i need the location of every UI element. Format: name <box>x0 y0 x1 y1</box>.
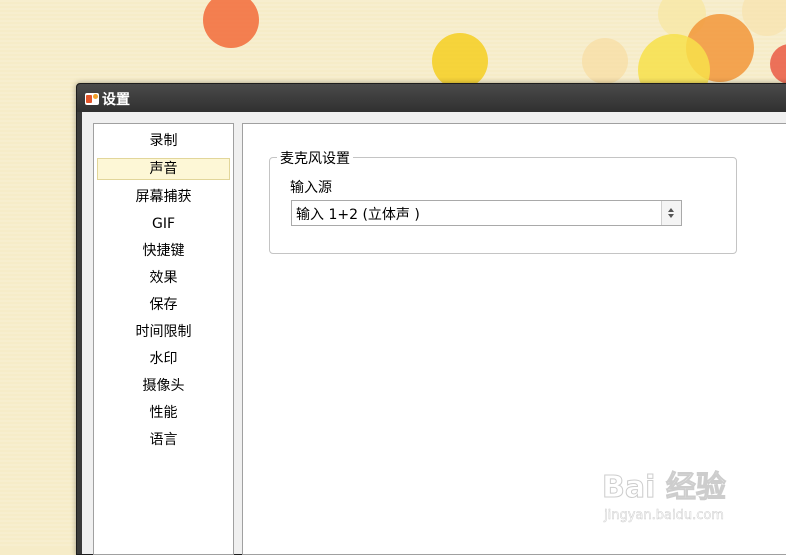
spinner-arrows-icon[interactable] <box>661 201 681 225</box>
watermark-brand: Bai 经验 <box>602 470 727 506</box>
wallpaper-dot <box>582 38 628 84</box>
baidu-jingyan-watermark: Bai 经验 jingyan.baidu.com <box>602 462 772 532</box>
wallpaper-dot <box>432 33 488 89</box>
nav-item-time-limit[interactable]: 时间限制 <box>97 319 230 346</box>
watermark-url: jingyan.baidu.com <box>604 508 724 524</box>
nav-item-gif[interactable]: GIF <box>97 211 230 238</box>
nav-item-watermark[interactable]: 水印 <box>97 346 230 373</box>
app-logo-icon <box>85 93 99 105</box>
nav-item-sound[interactable]: 声音 <box>97 158 230 180</box>
nav-item-recording[interactable]: 录制 <box>97 128 230 155</box>
window-title: 设置 <box>102 92 130 108</box>
nav-item-screen-capture[interactable]: 屏幕捕获 <box>97 184 230 211</box>
input-source-label: 输入源 <box>290 180 332 196</box>
input-source-value: 输入 1+2 (立体声 ) <box>296 207 420 223</box>
nav-item-save[interactable]: 保存 <box>97 292 230 319</box>
settings-nav: 录制 声音 屏幕捕获 GIF 快捷键 效果 保存 时间限制 水印 摄像头 性能 … <box>93 123 234 555</box>
nav-item-language[interactable]: 语言 <box>97 427 230 454</box>
input-source-select[interactable]: 输入 1+2 (立体声 ) <box>291 200 682 226</box>
nav-item-effects[interactable]: 效果 <box>97 265 230 292</box>
nav-item-webcam[interactable]: 摄像头 <box>97 373 230 400</box>
microphone-settings-group: 麦克风设置 输入源 输入 1+2 (立体声 ) <box>269 148 737 254</box>
nav-item-hotkeys[interactable]: 快捷键 <box>97 238 230 265</box>
nav-item-performance[interactable]: 性能 <box>97 400 230 427</box>
title-bar[interactable]: 设置 <box>77 84 786 112</box>
group-title: 麦克风设置 <box>277 148 353 168</box>
